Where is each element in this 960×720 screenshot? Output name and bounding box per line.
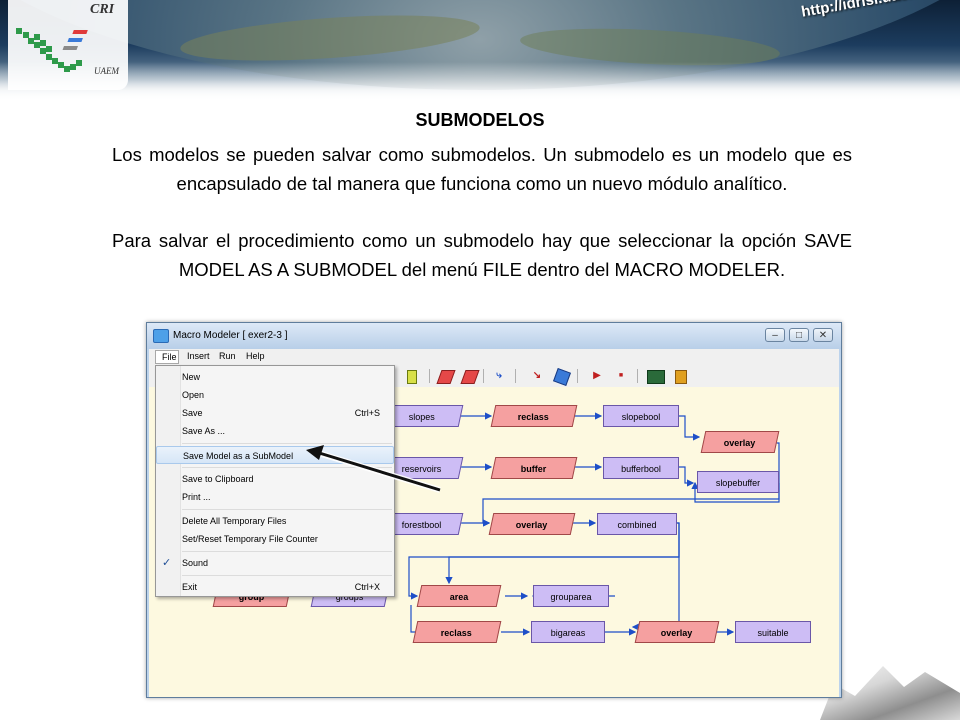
menu-insert[interactable]: Insert [187,351,210,361]
menu-item-delete-temp-files[interactable]: Delete All Temporary Files [156,512,394,530]
menu-separator [182,509,392,510]
minimize-button[interactable]: – [765,328,785,342]
menu-item-save-as[interactable]: Save As ... [156,422,394,440]
menu-item-open[interactable]: Open [156,386,394,404]
data-node-suitable[interactable]: suitable [735,621,811,643]
close-button[interactable]: ✕ [813,328,833,342]
map-display-icon[interactable] [647,370,665,384]
data-node-bigareas[interactable]: bigareas [531,621,605,643]
menu-item-sound[interactable]: ✓ Sound [156,554,394,572]
mexico-map-icon [16,28,88,72]
menu-separator [182,551,392,552]
menu-item-reset-temp-counter[interactable]: Set/Reset Temporary File Counter [156,530,394,548]
slide-paragraph: Los modelos se pueden salvar como submod… [112,144,852,194]
module-node-reclass[interactable]: reclass [412,621,502,643]
toolbar-separator [429,369,430,383]
data-node-bufferbool[interactable]: bufferbool [603,457,679,479]
window-title: Macro Modeler [ exer2-3 ] [173,330,288,341]
data-node-combined[interactable]: combined [597,513,677,535]
menu-item-save[interactable]: Save Ctrl+S [156,404,394,422]
menu-item-exit[interactable]: Exit Ctrl+X [156,578,394,596]
stop-icon[interactable]: ■ [615,370,627,382]
menu-run[interactable]: Run [219,351,236,361]
toolbar-separator [577,369,578,383]
check-icon: ✓ [162,557,172,569]
group-tool-icon[interactable] [553,368,571,386]
menu-item-save-to-clipboard[interactable]: Save to Clipboard [156,470,394,488]
data-node-grouparea[interactable]: grouparea [533,585,609,607]
module-node-buffer[interactable]: buffer [490,457,578,479]
slide-title: SUBMODELOS [415,110,545,130]
data-node-slopebuffer[interactable]: slopebuffer [697,471,779,493]
menu-file[interactable]: File [155,350,179,364]
file-menu-dropdown: New Open Save Ctrl+S Save As ... Save Mod… [155,365,395,597]
menu-separator [182,443,392,444]
menu-item-save-model-as-submodel[interactable]: Save Model as a SubModel [156,446,394,464]
toolbar-separator [637,369,638,383]
module-node-area[interactable]: area [416,585,502,607]
toolbar-separator [483,369,484,383]
data-node-slopebool[interactable]: slopebool [603,405,679,427]
macro-modeler-window: Macro Modeler [ exer2-3 ] – □ ✕ File Ins… [146,322,842,698]
slide-paragraph: Para salvar el procedimiento como un sub… [112,230,852,280]
module-tool-icon[interactable] [436,370,456,384]
banner-fade [0,62,960,100]
module-node-overlay[interactable]: overlay [634,621,720,643]
vector-layer-tool-icon[interactable] [407,370,417,384]
module-node-overlay[interactable]: overlay [488,513,576,535]
menu-separator [182,575,392,576]
header-banner: CRI UAEM http://idrisi.uaemex.mx/ [0,0,960,100]
connect-tool-icon[interactable]: ⤷ [493,370,505,382]
app-icon [153,329,169,343]
module-node-reclass[interactable]: reclass [490,405,578,427]
menu-separator [182,467,392,468]
table-icon[interactable] [675,370,687,384]
module-node-overlay[interactable]: overlay [700,431,780,453]
menu-item-new[interactable]: New [156,368,394,386]
submodel-tool-icon[interactable] [460,370,480,384]
maximize-button[interactable]: □ [789,328,809,342]
logo-text: UAEM [94,66,119,76]
window-titlebar[interactable]: Macro Modeler [ exer2-3 ] – □ ✕ [147,323,841,349]
logo: CRI UAEM [8,0,128,90]
run-icon[interactable]: ▶ [591,370,603,382]
logo-text: CRI [90,2,115,17]
delete-tool-icon[interactable]: ↘ [531,370,543,382]
toolbar-separator [515,369,516,383]
menu-help[interactable]: Help [246,351,265,361]
menu-bar: File Insert Run Help [149,349,839,365]
menu-item-print[interactable]: Print ... [156,488,394,506]
